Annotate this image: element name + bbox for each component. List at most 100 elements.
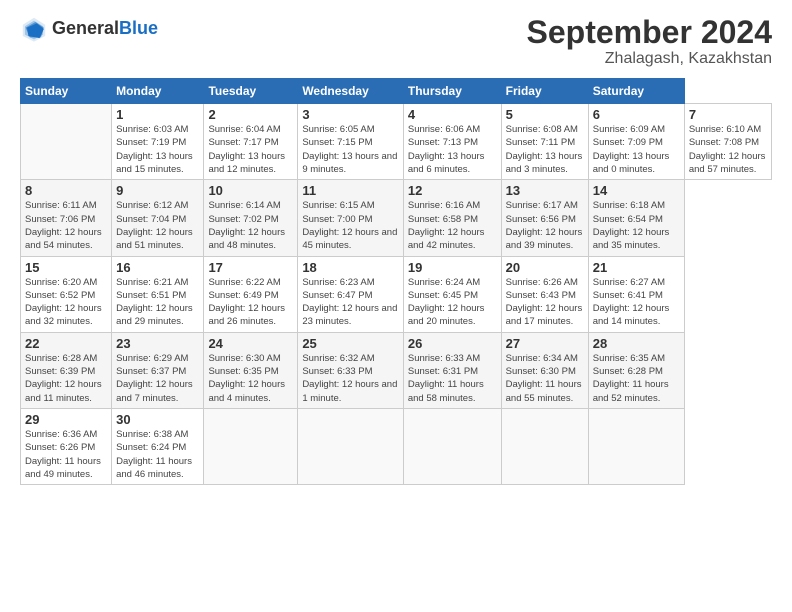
- day-number: 5: [506, 107, 584, 122]
- day-number: 29: [25, 412, 107, 427]
- day-cell-18: 18 Sunrise: 6:23 AMSunset: 6:47 PMDayligh…: [298, 256, 404, 332]
- day-cell-3: 3 Sunrise: 6:05 AMSunset: 7:15 PMDaylight…: [298, 104, 404, 180]
- day-detail: Sunrise: 6:03 AMSunset: 7:19 PMDaylight:…: [116, 124, 193, 175]
- day-number: 18: [302, 260, 399, 275]
- day-cell-16: 16Sunrise: 6:21 AMSunset: 6:51 PMDayligh…: [112, 256, 204, 332]
- day-detail: Sunrise: 6:32 AMSunset: 6:33 PMDaylight:…: [302, 353, 397, 404]
- day-number: 12: [408, 183, 497, 198]
- day-number: 28: [593, 336, 680, 351]
- day-cell-26: 26 Sunrise: 6:33 AMSunset: 6:31 PMDayligh…: [403, 332, 501, 408]
- empty-cell: [403, 408, 501, 484]
- day-number: 1: [116, 107, 199, 122]
- day-detail: Sunrise: 6:29 AMSunset: 6:37 PMDaylight:…: [116, 353, 193, 404]
- col-header-tuesday: Tuesday: [204, 79, 298, 104]
- day-number: 11: [302, 183, 399, 198]
- day-number: 21: [593, 260, 680, 275]
- empty-cell: [501, 408, 588, 484]
- day-cell-13: 13 Sunrise: 6:17 AMSunset: 6:56 PMDayligh…: [501, 180, 588, 256]
- day-cell-14: 14 Sunrise: 6:18 AMSunset: 6:54 PMDayligh…: [588, 180, 684, 256]
- day-number: 15: [25, 260, 107, 275]
- day-number: 30: [116, 412, 199, 427]
- day-number: 13: [506, 183, 584, 198]
- day-cell-5: 5 Sunrise: 6:08 AMSunset: 7:11 PMDaylight…: [501, 104, 588, 180]
- empty-cell: [21, 104, 112, 180]
- col-header-thursday: Thursday: [403, 79, 501, 104]
- day-detail: Sunrise: 6:11 AMSunset: 7:06 PMDaylight:…: [25, 200, 102, 251]
- day-cell-17: 17Sunrise: 6:22 AMSunset: 6:49 PMDayligh…: [204, 256, 298, 332]
- day-cell-11: 11 Sunrise: 6:15 AMSunset: 7:00 PMDayligh…: [298, 180, 404, 256]
- calendar-table: SundayMondayTuesdayWednesdayThursdayFrid…: [20, 78, 772, 485]
- day-cell-22: 22 Sunrise: 6:28 AMSunset: 6:39 PMDayligh…: [21, 332, 112, 408]
- main-title: September 2024: [527, 15, 772, 50]
- day-number: 4: [408, 107, 497, 122]
- day-cell-25: 25 Sunrise: 6:32 AMSunset: 6:33 PMDayligh…: [298, 332, 404, 408]
- week-row-3: 15Sunrise: 6:20 AMSunset: 6:52 PMDayligh…: [21, 256, 772, 332]
- day-detail: Sunrise: 6:18 AMSunset: 6:54 PMDaylight:…: [593, 200, 670, 251]
- logo-text-block: GeneralBlue: [52, 19, 158, 39]
- day-cell-28: 28Sunrise: 6:35 AMSunset: 6:28 PMDayligh…: [588, 332, 684, 408]
- subtitle: Zhalagash, Kazakhstan: [527, 50, 772, 68]
- header-row: SundayMondayTuesdayWednesdayThursdayFrid…: [21, 79, 772, 104]
- day-cell-23: 23 Sunrise: 6:29 AMSunset: 6:37 PMDayligh…: [112, 332, 204, 408]
- day-cell-30: 30Sunrise: 6:38 AMSunset: 6:24 PMDayligh…: [112, 408, 204, 484]
- day-cell-6: 6 Sunrise: 6:09 AMSunset: 7:09 PMDaylight…: [588, 104, 684, 180]
- day-cell-1: 1 Sunrise: 6:03 AMSunset: 7:19 PMDaylight…: [112, 104, 204, 180]
- week-row-2: 8 Sunrise: 6:11 AMSunset: 7:06 PMDaylight…: [21, 180, 772, 256]
- day-cell-9: 9Sunrise: 6:12 AMSunset: 7:04 PMDaylight…: [112, 180, 204, 256]
- day-detail: Sunrise: 6:23 AMSunset: 6:47 PMDaylight:…: [302, 277, 397, 328]
- col-header-monday: Monday: [112, 79, 204, 104]
- day-number: 25: [302, 336, 399, 351]
- logo: GeneralBlue: [20, 15, 158, 43]
- day-cell-4: 4Sunrise: 6:06 AMSunset: 7:13 PMDaylight…: [403, 104, 501, 180]
- day-detail: Sunrise: 6:24 AMSunset: 6:45 PMDaylight:…: [408, 277, 485, 328]
- empty-cell: [588, 408, 684, 484]
- logo-general-text: GeneralBlue: [52, 19, 158, 39]
- logo-icon: [20, 15, 48, 43]
- day-number: 6: [593, 107, 680, 122]
- day-cell-27: 27 Sunrise: 6:34 AMSunset: 6:30 PMDayligh…: [501, 332, 588, 408]
- day-number: 23: [116, 336, 199, 351]
- day-cell-2: 2 Sunrise: 6:04 AMSunset: 7:17 PMDaylight…: [204, 104, 298, 180]
- day-number: 27: [506, 336, 584, 351]
- day-number: 3: [302, 107, 399, 122]
- day-detail: Sunrise: 6:15 AMSunset: 7:00 PMDaylight:…: [302, 200, 397, 251]
- week-row-5: 29 Sunrise: 6:36 AMSunset: 6:26 PMDayligh…: [21, 408, 772, 484]
- day-detail: Sunrise: 6:21 AMSunset: 6:51 PMDaylight:…: [116, 277, 193, 328]
- day-detail: Sunrise: 6:34 AMSunset: 6:30 PMDaylight:…: [506, 353, 582, 404]
- day-detail: Sunrise: 6:04 AMSunset: 7:17 PMDaylight:…: [208, 124, 285, 175]
- day-cell-20: 20 Sunrise: 6:26 AMSunset: 6:43 PMDayligh…: [501, 256, 588, 332]
- day-detail: Sunrise: 6:28 AMSunset: 6:39 PMDaylight:…: [25, 353, 102, 404]
- day-cell-15: 15Sunrise: 6:20 AMSunset: 6:52 PMDayligh…: [21, 256, 112, 332]
- col-header-wednesday: Wednesday: [298, 79, 404, 104]
- day-cell-10: 10Sunrise: 6:14 AMSunset: 7:02 PMDayligh…: [204, 180, 298, 256]
- day-detail: Sunrise: 6:36 AMSunset: 6:26 PMDaylight:…: [25, 429, 101, 480]
- day-cell-29: 29 Sunrise: 6:36 AMSunset: 6:26 PMDayligh…: [21, 408, 112, 484]
- day-detail: Sunrise: 6:08 AMSunset: 7:11 PMDaylight:…: [506, 124, 583, 175]
- day-cell-7: 7Sunrise: 6:10 AMSunset: 7:08 PMDaylight…: [684, 104, 771, 180]
- day-number: 20: [506, 260, 584, 275]
- day-number: 8: [25, 183, 107, 198]
- day-number: 2: [208, 107, 293, 122]
- day-number: 7: [689, 107, 767, 122]
- day-number: 26: [408, 336, 497, 351]
- day-detail: Sunrise: 6:22 AMSunset: 6:49 PMDaylight:…: [208, 277, 285, 328]
- day-detail: Sunrise: 6:16 AMSunset: 6:58 PMDaylight:…: [408, 200, 485, 251]
- day-detail: Sunrise: 6:33 AMSunset: 6:31 PMDaylight:…: [408, 353, 484, 404]
- day-number: 24: [208, 336, 293, 351]
- day-number: 22: [25, 336, 107, 351]
- day-detail: Sunrise: 6:05 AMSunset: 7:15 PMDaylight:…: [302, 124, 397, 175]
- page: GeneralBlue September 2024 Zhalagash, Ka…: [0, 0, 792, 612]
- day-detail: Sunrise: 6:17 AMSunset: 6:56 PMDaylight:…: [506, 200, 583, 251]
- day-cell-24: 24Sunrise: 6:30 AMSunset: 6:35 PMDayligh…: [204, 332, 298, 408]
- day-number: 14: [593, 183, 680, 198]
- day-number: 19: [408, 260, 497, 275]
- day-detail: Sunrise: 6:09 AMSunset: 7:09 PMDaylight:…: [593, 124, 670, 175]
- day-cell-12: 12 Sunrise: 6:16 AMSunset: 6:58 PMDayligh…: [403, 180, 501, 256]
- day-cell-8: 8 Sunrise: 6:11 AMSunset: 7:06 PMDaylight…: [21, 180, 112, 256]
- header: GeneralBlue September 2024 Zhalagash, Ka…: [20, 15, 772, 68]
- day-detail: Sunrise: 6:26 AMSunset: 6:43 PMDaylight:…: [506, 277, 583, 328]
- week-row-1: 1 Sunrise: 6:03 AMSunset: 7:19 PMDaylight…: [21, 104, 772, 180]
- week-row-4: 22 Sunrise: 6:28 AMSunset: 6:39 PMDayligh…: [21, 332, 772, 408]
- col-header-saturday: Saturday: [588, 79, 684, 104]
- day-detail: Sunrise: 6:12 AMSunset: 7:04 PMDaylight:…: [116, 200, 193, 251]
